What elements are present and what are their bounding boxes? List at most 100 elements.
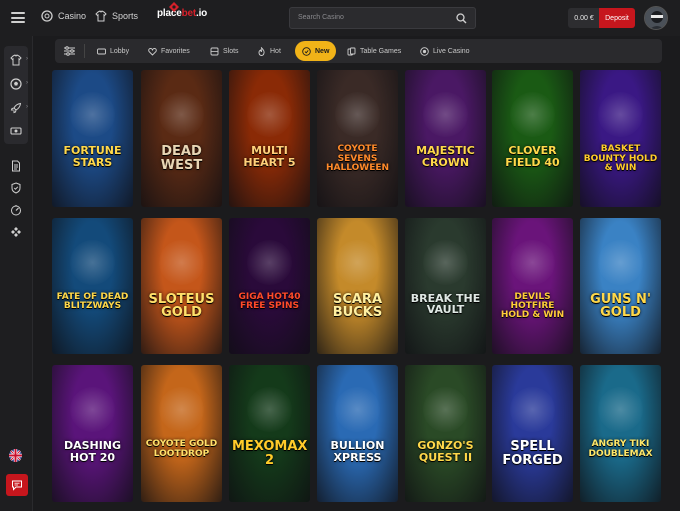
- game-title: MULTI HEART 5: [243, 144, 296, 169]
- game-artwork: [598, 240, 643, 285]
- shield-icon[interactable]: [10, 182, 22, 194]
- game-tile[interactable]: BULLION XPRESS: [317, 365, 398, 502]
- avatar[interactable]: [644, 6, 668, 30]
- nav-casino[interactable]: Casino: [41, 10, 86, 22]
- game-title: COYOTE SEVENS HALLOWEEN: [325, 144, 390, 173]
- cash-icon[interactable]: [10, 125, 22, 137]
- game-artwork: [159, 387, 204, 432]
- game-title: ANGRY TIKI DOUBLEMAX: [588, 439, 653, 459]
- uk-flag-icon[interactable]: [9, 449, 22, 462]
- game-title: GUNS N' GOLD: [590, 291, 651, 321]
- deposit-button[interactable]: Deposit: [599, 8, 635, 28]
- game-tile[interactable]: DEAD WEST: [141, 70, 222, 207]
- game-title: BULLION XPRESS: [330, 439, 385, 464]
- game-artwork: [598, 92, 643, 137]
- speedometer-icon[interactable]: [10, 204, 22, 216]
- shirt-icon[interactable]: [10, 54, 22, 66]
- cards-icon: [347, 47, 356, 55]
- balance-display[interactable]: 0.00 €: [568, 8, 600, 28]
- game-title: DEVILS HOTFIRE HOLD & WIN: [500, 291, 565, 321]
- ticket-icon: [97, 48, 106, 54]
- game-title: DASHING HOT 20: [63, 439, 122, 464]
- chat-icon: [12, 480, 22, 491]
- game-title: DEAD WEST: [160, 144, 203, 173]
- shirt-icon: [95, 10, 107, 22]
- game-title: FATE OF DEAD BLITZWAYS: [56, 291, 129, 311]
- tab-new[interactable]: New: [295, 41, 337, 61]
- game-tile[interactable]: COYOTE GOLD LOOTDROP: [141, 365, 222, 502]
- game-tile[interactable]: ANGRY TIKI DOUBLEMAX: [580, 365, 661, 502]
- nav-sports[interactable]: Sports: [95, 10, 138, 22]
- game-title: BREAK THE VAULT: [410, 291, 481, 317]
- casino-chip-icon: [41, 10, 53, 22]
- game-tile[interactable]: GUNS N' GOLD: [580, 218, 661, 354]
- game-tile[interactable]: GIGA HOT40 FREE SPINS: [229, 218, 310, 354]
- rocket-icon[interactable]: [10, 102, 22, 114]
- search-input[interactable]: Search Casino: [289, 7, 476, 29]
- game-artwork: [510, 387, 555, 432]
- game-title: BASKET BOUNTY HOLD & WIN: [583, 144, 658, 173]
- tab-label: Hot: [270, 47, 281, 55]
- chevron-right-icon: ›: [26, 80, 28, 86]
- tab-live-casino[interactable]: Live Casino: [420, 39, 470, 63]
- tab-label: Slots: [223, 47, 239, 55]
- game-tile[interactable]: FATE OF DEAD BLITZWAYS: [52, 218, 133, 354]
- game-artwork: [423, 387, 468, 432]
- top-bar: Casino Sports place bet .io Search Casino …: [0, 0, 680, 36]
- tab-lobby[interactable]: Lobby: [97, 39, 129, 63]
- game-title: SLOTEUS GOLD: [148, 291, 215, 321]
- game-tile[interactable]: SLOTEUS GOLD: [141, 218, 222, 354]
- game-artwork: [159, 92, 204, 137]
- game-artwork: [510, 240, 555, 285]
- game-tile[interactable]: COYOTE SEVENS HALLOWEEN: [317, 70, 398, 207]
- game-tile[interactable]: Gonzo's Quest II: [405, 365, 486, 502]
- game-title: GIGA HOT40 FREE SPINS: [238, 291, 301, 311]
- game-tile[interactable]: MEXOMAX 2: [229, 365, 310, 502]
- menu-icon[interactable]: [11, 12, 25, 23]
- tab-slots[interactable]: Slots: [210, 39, 239, 63]
- game-artwork: [335, 240, 380, 285]
- game-title: Gonzo's Quest II: [417, 439, 474, 464]
- filter-icon[interactable]: [63, 45, 76, 57]
- game-tile[interactable]: DASHING HOT 20: [52, 365, 133, 502]
- chat-button[interactable]: [6, 474, 28, 496]
- game-tile[interactable]: DEVILS HOTFIRE HOLD & WIN: [492, 218, 573, 354]
- sidebar: › › ›: [0, 36, 33, 511]
- chevron-right-icon: ›: [26, 104, 28, 110]
- game-tile[interactable]: MULTI HEART 5: [229, 70, 310, 207]
- game-artwork: [70, 240, 115, 285]
- game-artwork: [598, 387, 643, 432]
- heart-icon: [148, 47, 157, 56]
- search-placeholder: Search Casino: [298, 14, 344, 21]
- game-artwork: [423, 240, 468, 285]
- chips-icon[interactable]: [10, 226, 22, 238]
- game-title: SCARA BUCKS: [332, 291, 383, 321]
- game-tile[interactable]: Majestic Crown: [405, 70, 486, 207]
- tab-table-games[interactable]: Table Games: [347, 39, 401, 63]
- game-artwork: [247, 240, 292, 285]
- game-artwork: [335, 92, 380, 137]
- soccer-ball-icon[interactable]: [10, 78, 22, 90]
- game-title: FORTUNE STARS: [63, 144, 122, 169]
- tab-favorites[interactable]: Favorites: [148, 39, 190, 63]
- game-tile[interactable]: BREAK THE VAULT: [405, 218, 486, 354]
- slots-icon: [210, 47, 219, 55]
- search-icon[interactable]: [456, 13, 467, 24]
- game-tile[interactable]: SPELL FORGED: [492, 365, 573, 502]
- game-tile[interactable]: BASKET BOUNTY HOLD & WIN: [580, 70, 661, 207]
- avatar-icon: [645, 7, 667, 29]
- game-tile[interactable]: SCARA BUCKS: [317, 218, 398, 354]
- tab-hot[interactable]: Hot: [257, 39, 281, 63]
- site-logo[interactable]: place bet .io: [157, 2, 207, 19]
- tab-label: Favorites: [161, 47, 190, 55]
- game-artwork: [423, 92, 468, 137]
- logo-accent: bet: [181, 8, 197, 19]
- game-title: MEXOMAX 2: [232, 439, 308, 468]
- flame-icon: [258, 46, 265, 56]
- game-artwork: [247, 387, 292, 432]
- new-badge-icon: [302, 46, 311, 56]
- game-tile[interactable]: FORTUNE STARS: [52, 70, 133, 207]
- game-tile[interactable]: CLOVER FIELD 40: [492, 70, 573, 207]
- document-icon[interactable]: [10, 160, 22, 172]
- game-title: SPELL FORGED: [502, 439, 563, 468]
